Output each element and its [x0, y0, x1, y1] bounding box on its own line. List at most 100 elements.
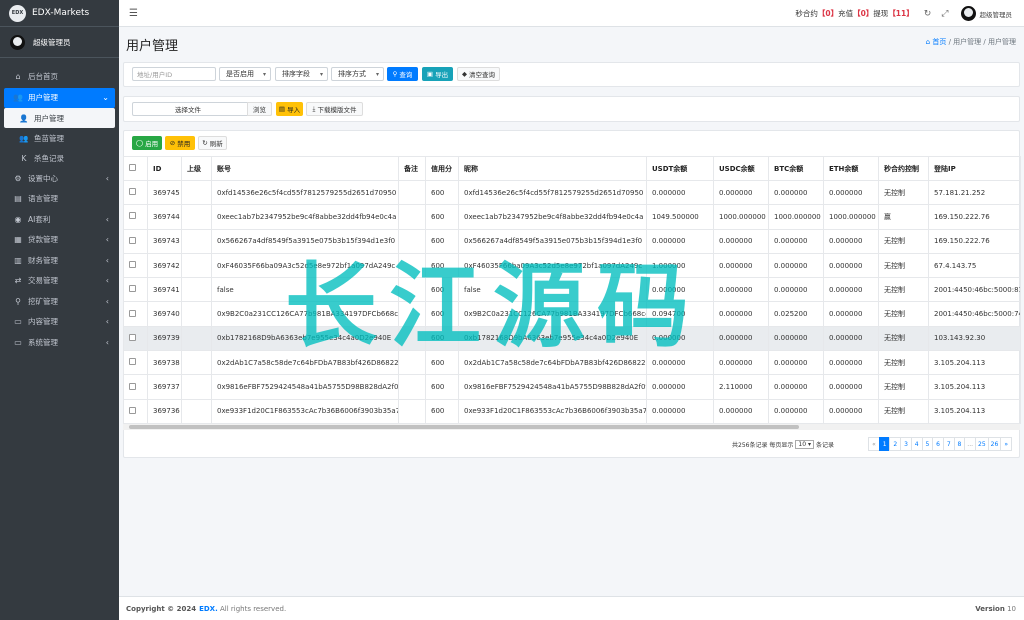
- sort-order-select[interactable]: 排序方式: [331, 67, 384, 81]
- sidebar-item-loans[interactable]: ▦ 贷款管理 ‹: [4, 230, 115, 251]
- row-checkbox[interactable]: [129, 261, 136, 269]
- disable-button[interactable]: ⊘ 禁用: [165, 136, 195, 150]
- table-row[interactable]: 369743 0x566267a4df8549f5a3915e075b3b15f3…: [123, 228, 1021, 254]
- refresh-icon[interactable]: ↻: [924, 9, 932, 19]
- footer-copyright: Copyright © 2024: [126, 604, 197, 613]
- row-checkbox[interactable]: [129, 382, 136, 390]
- refresh-button[interactable]: ↻ 刷新: [198, 136, 227, 150]
- chevron-left-icon: ‹: [105, 317, 109, 327]
- brand-link[interactable]: EDX EDX-Markets: [0, 0, 119, 27]
- sort-field-select[interactable]: 排序字段: [275, 67, 328, 81]
- table-cell: [398, 301, 426, 327]
- avatar[interactable]: [960, 6, 976, 21]
- column-header[interactable]: 信用分: [425, 156, 459, 181]
- table-row[interactable]: 369741 false 600 false 0.000000 0.000000 0.000…: [123, 277, 1021, 303]
- sidebar-item-settings[interactable]: ⚙ 设置中心 ‹: [4, 168, 115, 189]
- user-panel[interactable]: 超级管理员: [0, 27, 119, 58]
- enable-button[interactable]: ◯ 启用: [132, 136, 162, 150]
- pagination-next[interactable]: »: [1000, 437, 1012, 451]
- import-button[interactable]: ▤ 导入: [276, 102, 303, 116]
- sidebar-item-finance[interactable]: ▥ 财务管理 ‹: [4, 250, 115, 271]
- scrollbar-thumb[interactable]: [129, 425, 799, 429]
- sidebar-item-system[interactable]: ▭ 系统管理 ‹: [4, 332, 115, 353]
- sidebar-item-trading[interactable]: ⇄ 交易管理 ‹: [4, 271, 115, 292]
- column-header[interactable]: BTC余额: [768, 156, 824, 181]
- sidebar-item-user-management[interactable]: 👥 用户管理 ⌄: [4, 87, 115, 108]
- row-checkbox-cell[interactable]: [123, 179, 148, 206]
- sidebar-item-ai-arbitrage[interactable]: ◉ AI套利 ‹: [4, 209, 115, 230]
- row-checkbox-cell[interactable]: [123, 228, 148, 254]
- column-header[interactable]: 昵称: [458, 156, 647, 181]
- column-header[interactable]: 秒合约控制: [878, 156, 929, 181]
- footer-brand-link[interactable]: EDX.: [199, 605, 218, 613]
- row-checkbox-cell[interactable]: [123, 252, 148, 279]
- search-button[interactable]: ⚲ 查询: [387, 67, 418, 81]
- select-all-checkbox-cell[interactable]: [123, 156, 148, 181]
- row-checkbox[interactable]: [129, 188, 136, 196]
- download-template-button[interactable]: ⤓ 下载模版文件: [306, 102, 363, 116]
- column-header[interactable]: 上级: [181, 156, 212, 181]
- table-row[interactable]: 369742 0xF46035F66ba09A3c52d5e8e972bf1a09…: [123, 252, 1021, 279]
- breadcrumb-home[interactable]: ⌂ 首页: [926, 38, 947, 46]
- recharge-link[interactable]: 充值【0】: [838, 8, 873, 19]
- column-header[interactable]: 账号: [211, 156, 399, 181]
- table-row[interactable]: 369740 0x9B2C0a231CC126CA77b981BA334197DF…: [123, 301, 1021, 327]
- sidebar-subitem-fish[interactable]: 👥 鱼苗管理: [4, 128, 115, 148]
- row-checkbox[interactable]: [129, 358, 136, 366]
- chevron-left-icon: ‹: [105, 235, 109, 245]
- row-checkbox-cell[interactable]: [123, 374, 148, 400]
- row-checkbox[interactable]: [129, 212, 136, 220]
- fullscreen-icon[interactable]: ⤢: [941, 9, 948, 19]
- row-checkbox-cell[interactable]: [123, 325, 148, 352]
- column-header[interactable]: ETH余额: [823, 156, 879, 181]
- horizontal-scrollbar[interactable]: [123, 424, 1020, 430]
- column-header[interactable]: ID: [147, 156, 182, 181]
- enabled-select[interactable]: 是否启用: [219, 67, 271, 81]
- browse-button[interactable]: 浏览: [247, 102, 272, 116]
- table-header-row: ID 上级 账号 备注 信用分 昵称 USDT余额 USDC余额 BTC余额 E…: [123, 156, 1021, 181]
- row-checkbox[interactable]: [129, 236, 136, 244]
- address-search-input[interactable]: 地址/用户ID: [132, 67, 216, 81]
- row-checkbox-cell[interactable]: [123, 301, 148, 327]
- row-checkbox[interactable]: [129, 285, 136, 293]
- per-page-select[interactable]: 10 ▾: [795, 440, 814, 449]
- table-row[interactable]: 369744 0xeec1ab7b2347952be9c4f8abbe32dd4f…: [123, 204, 1021, 230]
- row-checkbox[interactable]: [129, 333, 136, 341]
- withdraw-link[interactable]: 提现【11】: [873, 8, 913, 19]
- column-header[interactable]: 登陆IP: [928, 156, 1021, 181]
- column-header[interactable]: 备注: [398, 156, 426, 181]
- top-username[interactable]: 超级管理员: [980, 9, 1013, 19]
- column-header[interactable]: USDC余额: [713, 156, 769, 181]
- clear-search-button[interactable]: ◆ 清空查询: [457, 67, 500, 81]
- table-row[interactable]: 369739 0xb1782168D9bA6363eb7e955e34c4a0D2…: [123, 325, 1021, 352]
- sidebar-item-content[interactable]: ▭ 内容管理 ‹: [4, 312, 115, 333]
- sidebar-subitem-kill-records[interactable]: K 杀鱼记录: [4, 148, 115, 168]
- seconds-contract-link[interactable]: 秒合约【0】: [795, 8, 838, 19]
- sidebar-item-dashboard[interactable]: ⌂ 后台首页: [4, 66, 115, 87]
- table-row[interactable]: 369736 0xe933F1d20C1F863553cAc7b36B6006f3…: [123, 398, 1021, 424]
- export-button[interactable]: ▣ 导出: [422, 67, 453, 81]
- table-row[interactable]: 369738 0x2dAb1C7a58c58de7c64bFDbA7B83bf42…: [123, 350, 1021, 376]
- row-checkbox-cell[interactable]: [123, 398, 148, 424]
- row-checkbox-cell[interactable]: [123, 350, 148, 376]
- menu-toggle-icon[interactable]: ☰: [129, 8, 138, 19]
- select-all-checkbox[interactable]: [129, 164, 136, 171]
- pagination-page[interactable]: 26: [987, 437, 1002, 451]
- breadcrumb-parent[interactable]: 用户管理: [953, 38, 981, 46]
- table-row[interactable]: 369737 0x9816eFBF7529424548a41bA5755D98B8…: [123, 374, 1021, 400]
- page-title: 用户管理: [126, 39, 179, 54]
- row-checkbox-cell[interactable]: [123, 277, 148, 303]
- table-cell: 67.4.143.75: [928, 252, 1021, 279]
- sidebar-item-label: AI套利: [28, 214, 51, 224]
- table-cell: [398, 350, 426, 376]
- column-header[interactable]: USDT余额: [646, 156, 714, 181]
- pagination-page[interactable]: 25: [975, 437, 989, 451]
- sidebar-item-language[interactable]: ▤ 语言管理: [4, 189, 115, 210]
- table-row[interactable]: 369745 0xfd14536e26c5f4cd55f7812579255d26…: [123, 179, 1021, 206]
- row-checkbox[interactable]: [129, 309, 136, 317]
- row-checkbox[interactable]: [129, 406, 136, 414]
- table-cell: 1000.000000: [768, 204, 824, 230]
- sidebar-subitem-users[interactable]: 👤 用户管理: [4, 108, 115, 128]
- row-checkbox-cell[interactable]: [123, 204, 148, 230]
- sidebar-item-mining[interactable]: ⚲ 挖矿管理 ‹: [4, 291, 115, 312]
